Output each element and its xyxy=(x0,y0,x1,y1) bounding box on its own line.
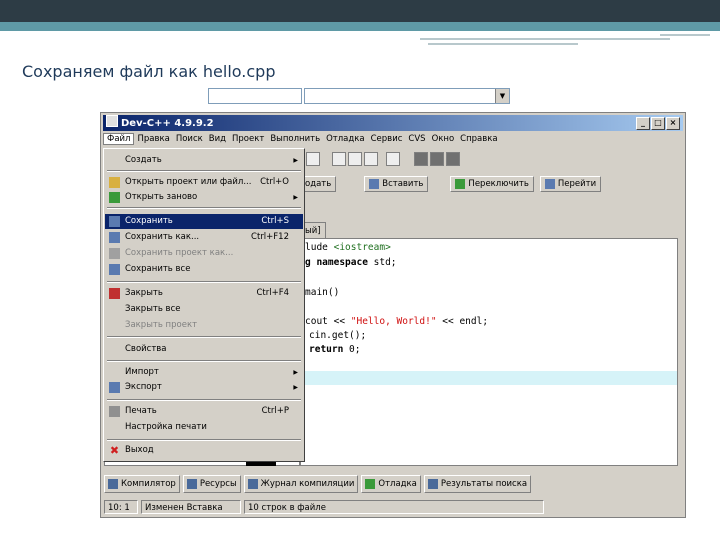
print-icon xyxy=(109,406,120,417)
menu-view[interactable]: Вид xyxy=(206,134,229,144)
menu-item-exit[interactable]: ✖ Выход xyxy=(105,443,303,458)
reopen-icon xyxy=(109,192,120,203)
status-mode: Изменен Вставка xyxy=(141,500,241,514)
arrow-icon[interactable] xyxy=(306,152,320,166)
open-folder-icon xyxy=(109,177,120,188)
toggle-icon xyxy=(455,179,466,189)
slide-header-lines xyxy=(420,34,720,48)
status-bar: 10: 1 Изменен Вставка 10 строк в файле xyxy=(104,500,544,514)
toolbar-new-button[interactable]: одать xyxy=(300,176,337,192)
toolbar-goto-button[interactable]: Перейти xyxy=(539,176,602,192)
export-icon xyxy=(109,382,120,393)
function-combo[interactable]: ▼ xyxy=(304,88,510,104)
menu-item-close-all[interactable]: Закрыть все xyxy=(105,302,303,317)
insert-icon xyxy=(369,179,380,189)
tab-compiler[interactable]: Компилятор xyxy=(104,475,180,493)
search-results-icon xyxy=(427,479,438,489)
maximize-button[interactable]: □ xyxy=(651,117,665,130)
status-lines: 10 строк в файле xyxy=(244,500,544,514)
menu-item-open[interactable]: Открыть проект или файл... Ctrl+O xyxy=(105,175,303,190)
menu-project[interactable]: Проект xyxy=(229,134,267,144)
submenu-arrow-icon: ▶ xyxy=(293,194,298,201)
current-line-highlight xyxy=(301,371,677,385)
menu-file[interactable]: Файл xyxy=(103,133,135,145)
search-next-icon[interactable] xyxy=(364,152,378,166)
app-icon xyxy=(106,115,118,127)
code-line: g namespace std; xyxy=(305,257,397,268)
resources-icon xyxy=(186,479,197,489)
menu-item-properties[interactable]: Свойства xyxy=(105,342,303,357)
code-line: cin.get(); xyxy=(309,330,367,341)
menu-item-new[interactable]: Создать ▶ xyxy=(105,153,303,168)
menu-item-save-as[interactable]: Сохранить как... Ctrl+F12 xyxy=(105,230,303,245)
toolbar-secondary: одать Вставить Переключить Перейти xyxy=(300,176,602,192)
compile-log-icon xyxy=(247,479,258,489)
menu-cvs[interactable]: CVS xyxy=(405,134,428,144)
tab-debug[interactable]: Отладка xyxy=(361,475,421,493)
menu-help[interactable]: Справка xyxy=(457,134,500,144)
tab-search-results[interactable]: Результаты поиска xyxy=(423,475,532,493)
code-line: return 0; xyxy=(309,344,361,355)
chevron-down-icon[interactable]: ▼ xyxy=(495,89,509,103)
window-title: Dev-C++ 4.9.9.2 xyxy=(121,118,214,129)
code-line: lude <iostream> xyxy=(305,242,391,253)
toolbar-main xyxy=(306,152,460,166)
menu-item-print[interactable]: Печать Ctrl+P xyxy=(105,404,303,419)
save-all-icon xyxy=(109,264,120,275)
menu-item-export[interactable]: Экспорт ▶ xyxy=(105,380,303,395)
menu-item-close-project[interactable]: Закрыть проект xyxy=(105,318,303,333)
code-line: main() xyxy=(305,287,340,298)
bookmark-icon[interactable] xyxy=(386,152,400,166)
back-icon[interactable] xyxy=(414,152,428,166)
menu-item-save-all[interactable]: Сохранить все xyxy=(105,262,303,277)
replace-icon[interactable] xyxy=(348,152,362,166)
exit-icon: ✖ xyxy=(109,444,120,457)
code-line: cout << "Hello, World!" << endl; xyxy=(305,316,489,327)
menu-item-save[interactable]: Сохранить Ctrl+S xyxy=(105,214,303,229)
menu-tools[interactable]: Сервис xyxy=(368,134,406,144)
menu-debug[interactable]: Отладка xyxy=(323,134,368,144)
forward-icon[interactable] xyxy=(430,152,444,166)
menu-item-reopen[interactable]: Открыть заново ▶ xyxy=(105,190,303,205)
save-icon xyxy=(109,216,120,227)
toolbar-toggle-button[interactable]: Переключить xyxy=(450,176,534,192)
tab-compile-log[interactable]: Журнал компиляции xyxy=(243,475,359,493)
menu-item-print-setup[interactable]: Настройка печати xyxy=(105,420,303,435)
compiler-icon xyxy=(108,479,118,489)
menu-execute[interactable]: Выполнить xyxy=(267,134,323,144)
stop-icon[interactable] xyxy=(446,152,460,166)
slide-title: Сохраняем файл как hello.cpp xyxy=(22,62,276,81)
minimize-button[interactable]: _ xyxy=(636,117,650,130)
debug-icon xyxy=(365,479,376,489)
code-editor[interactable]: lude <iostream> g namespace std; main() … xyxy=(300,238,678,466)
close-file-icon xyxy=(109,288,120,299)
goto-icon xyxy=(544,179,555,189)
menu-search[interactable]: Поиск xyxy=(173,134,206,144)
submenu-arrow-icon: ▶ xyxy=(293,157,298,164)
submenu-arrow-icon: ▶ xyxy=(293,369,298,376)
menu-item-save-project-as[interactable]: Сохранить проект как... xyxy=(105,246,303,261)
menu-item-close[interactable]: Закрыть Ctrl+F4 xyxy=(105,286,303,301)
bottom-panel-tabs: Компилятор Ресурсы Журнал компиляции Отл… xyxy=(104,474,532,494)
menu-window[interactable]: Окно xyxy=(429,134,458,144)
toolbar-insert-button[interactable]: Вставить xyxy=(364,176,429,192)
menu-item-import[interactable]: Импорт ▶ xyxy=(105,365,303,380)
menubar: Файл Правка Поиск Вид Проект Выполнить О… xyxy=(103,132,683,146)
file-menu-dropdown: Создать ▶ Открыть проект или файл... Ctrl+… xyxy=(103,148,305,462)
save-as-icon xyxy=(109,232,120,243)
submenu-arrow-icon: ▶ xyxy=(293,384,298,391)
slide-header-accent xyxy=(0,22,720,31)
find-icon[interactable] xyxy=(332,152,346,166)
class-combo[interactable] xyxy=(208,88,302,104)
slide-header-bar xyxy=(0,0,720,22)
menu-edit[interactable]: Правка xyxy=(134,134,172,144)
save-project-icon xyxy=(109,248,120,259)
status-position: 10: 1 xyxy=(104,500,138,514)
tab-resources[interactable]: Ресурсы xyxy=(182,475,241,493)
close-button[interactable]: × xyxy=(666,117,680,130)
window-titlebar[interactable]: Dev-C++ 4.9.9.2 _ □ × xyxy=(103,115,683,131)
